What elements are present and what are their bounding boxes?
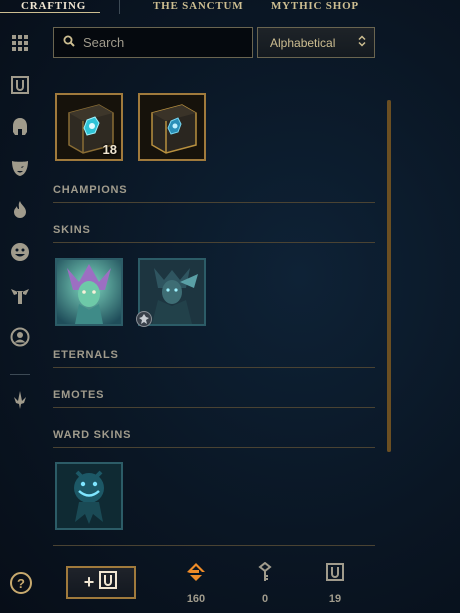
ward-skin-image xyxy=(57,464,121,528)
orange-essence-counter: 160 xyxy=(176,560,216,605)
key-icon xyxy=(245,560,285,584)
ward-skins-section-label: WARD SKINS xyxy=(53,429,132,441)
tab-crafting[interactable]: CRAFTING xyxy=(0,0,100,14)
add-plus-label: + xyxy=(83,572,95,592)
active-tab-underline xyxy=(0,12,100,13)
chest-icon[interactable] xyxy=(9,74,31,96)
skin-splash-image xyxy=(57,260,121,324)
emotes-divider xyxy=(53,407,375,408)
grid-icon[interactable] xyxy=(9,32,31,54)
helmet-icon[interactable] xyxy=(9,116,31,138)
tab-crafting-label: CRAFTING xyxy=(21,0,87,12)
help-button-label: ? xyxy=(17,575,25,591)
skins-divider xyxy=(53,242,375,243)
eternals-divider xyxy=(53,367,375,368)
mask-icon[interactable] xyxy=(9,157,31,179)
skins-section-label: SKINS xyxy=(53,224,91,236)
ward-skins-divider xyxy=(53,447,375,448)
add-chest-button[interactable]: + xyxy=(66,566,136,599)
profile-icon[interactable] xyxy=(9,326,31,348)
hextech-chest-tile[interactable]: 18 xyxy=(55,93,123,161)
sidebar-divider xyxy=(10,374,30,375)
search-input[interactable] xyxy=(83,35,243,50)
mythic-chest-icon xyxy=(315,560,355,584)
sort-arrows-icon xyxy=(358,35,366,50)
tab-the-sanctum-label: THE SANCTUM xyxy=(153,0,244,12)
key-value: 0 xyxy=(261,593,269,605)
champions-section-label: CHAMPIONS xyxy=(53,184,128,196)
masterwork-chest-icon xyxy=(140,95,204,159)
nav-divider xyxy=(119,0,120,14)
orange-essence-icon xyxy=(176,560,216,584)
ward-skin-tile[interactable] xyxy=(55,462,123,530)
flame-icon[interactable] xyxy=(9,199,31,221)
scrollbar-thumb[interactable] xyxy=(387,100,391,452)
orange-essence-value: 160 xyxy=(186,593,206,605)
hextech-chest-count: 18 xyxy=(102,142,117,157)
champions-divider xyxy=(53,202,375,203)
masterwork-chest-tile[interactable] xyxy=(138,93,206,161)
emote-face-icon[interactable] xyxy=(9,241,31,263)
search-icon xyxy=(63,34,75,52)
tab-mythic-shop-label: MYTHIC SHOP xyxy=(271,0,359,12)
chest-counter: 19 xyxy=(315,560,355,605)
sort-dropdown[interactable]: Alphabetical xyxy=(257,27,375,58)
ward-icon[interactable] xyxy=(9,284,31,306)
add-chest-icon xyxy=(98,570,118,595)
emotes-section-label: EMOTES xyxy=(53,389,105,401)
tab-the-sanctum[interactable]: THE SANCTUM xyxy=(153,0,243,14)
sword-icon[interactable] xyxy=(9,389,31,411)
help-button[interactable]: ? xyxy=(10,572,32,594)
sort-selected-value: Alphabetical xyxy=(270,35,336,50)
tab-mythic-shop[interactable]: MYTHIC SHOP xyxy=(271,0,359,14)
key-counter: 0 xyxy=(245,560,285,605)
chest-value: 19 xyxy=(328,593,342,605)
skin-rarity-badge-icon xyxy=(136,311,152,327)
footer-divider xyxy=(53,545,375,546)
search-field[interactable] xyxy=(53,27,253,58)
eternals-section-label: ETERNALS xyxy=(53,349,119,361)
skin-tile[interactable] xyxy=(55,258,123,326)
